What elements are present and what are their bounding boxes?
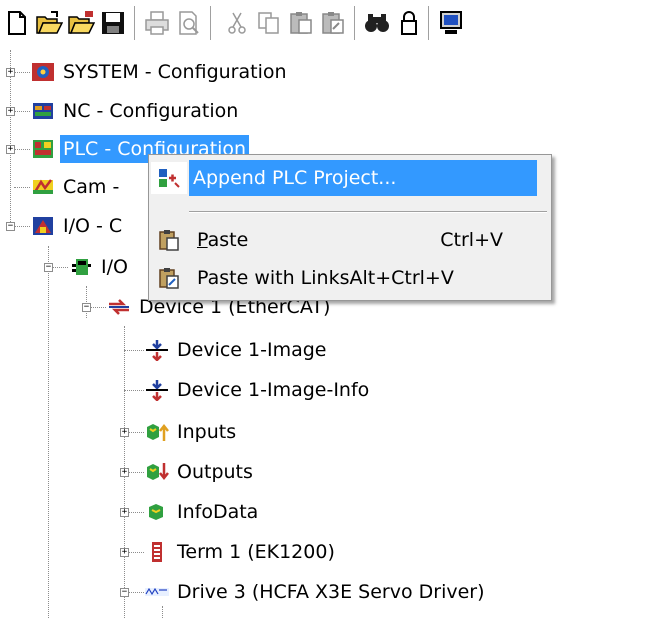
plc-config-icon [30,137,56,161]
save-icon[interactable] [98,8,128,38]
image-info-icon [144,378,170,402]
system-config-icon [30,60,56,84]
tree-node-label: Inputs [177,421,237,443]
open-folder-alt-icon[interactable] [66,8,96,38]
cam-config-icon [30,175,56,199]
tree-node-label: I/O [101,256,128,278]
tree-node-label: Device 1-Image-Info [177,379,370,401]
toolbar-separator [210,6,214,40]
print-preview-icon[interactable] [174,8,204,38]
tree-node-nc[interactable]: NC - Configuration [30,96,241,126]
tree-node-label: InfoData [177,501,259,523]
toolbar-separator [354,6,358,40]
paste-icon [151,224,187,256]
tree-node-outputs[interactable]: Outputs [144,457,256,487]
tree-node-label: SYSTEM - Configuration [63,61,287,83]
tree-node-inputs[interactable]: Inputs [144,417,239,447]
tree-node-device1-image-info[interactable]: Device 1-Image-Info [144,375,372,405]
tree-node-label: I/O - C [63,215,123,237]
print-icon[interactable] [142,8,172,38]
cut-icon[interactable] [222,8,252,38]
ethercat-device-icon [106,295,132,319]
lock-icon[interactable] [394,8,424,38]
io-config-icon [30,214,56,238]
tree-node-term1[interactable]: Term 1 (EK1200) [144,537,338,567]
solution-tree: + SYSTEM - Configuration + NC - Configur… [0,50,650,618]
inputs-icon [144,420,170,444]
collapse-toggle[interactable]: − [82,303,91,312]
io-devices-icon [68,255,94,279]
toolbar-separator [134,6,138,40]
tree-node-system[interactable]: SYSTEM - Configuration [30,57,290,87]
tree-node-label: Drive 3 (HCFA X3E Servo Driver) [177,581,485,603]
terminal-icon [144,540,170,564]
open-folder-icon[interactable] [34,8,64,38]
collapse-toggle[interactable]: − [120,588,129,597]
expand-toggle[interactable]: + [6,68,15,77]
infodata-icon [144,500,170,524]
menu-item-append-plc-project[interactable]: Append PLC Project... [151,159,549,197]
menu-item-paste-with-links[interactable]: Paste with Links Alt+Ctrl+V [151,259,549,297]
expand-toggle[interactable]: + [120,508,129,517]
paste-icon[interactable] [286,8,316,38]
menu-item-label: Paste [197,229,249,251]
tree-node-label: Device 1-Image [177,339,327,361]
tree-node-io-devices[interactable]: I/O [68,252,131,282]
expand-toggle[interactable]: + [120,428,129,437]
menu-item-shortcut: Alt+Ctrl+V [349,267,454,289]
expand-toggle[interactable]: + [120,548,129,557]
tree-node-label: NC - Configuration [63,100,239,122]
expand-toggle[interactable]: + [6,145,15,154]
expand-toggle[interactable]: + [120,468,129,477]
tree-node-device1-image[interactable]: Device 1-Image [144,335,329,365]
context-menu: Append PLC Project... Paste Ctrl+V Paste… [148,154,552,301]
paste-links-icon [151,262,187,294]
copy-icon[interactable] [254,8,284,38]
tree-node-cam[interactable]: Cam - [30,172,122,202]
menu-item-label: Paste with Links [197,267,350,289]
collapse-toggle[interactable]: − [6,222,15,231]
drive-icon [144,580,170,604]
expand-toggle[interactable]: + [6,107,15,116]
menu-item-shortcut: Ctrl+V [440,229,503,251]
menu-separator [189,211,547,213]
tree-node-label: Term 1 (EK1200) [177,541,335,563]
menu-item-paste[interactable]: Paste Ctrl+V [151,221,549,259]
toolbar [0,0,650,46]
tree-node-label: Outputs [177,461,253,483]
image-icon [144,338,170,362]
menu-item-label: Append PLC Project... [193,167,397,189]
find-icon[interactable] [362,8,392,38]
tree-node-infodata[interactable]: InfoData [144,497,261,527]
tree-node-label: Cam - [63,176,120,198]
new-document-icon[interactable] [2,8,32,38]
collapse-toggle[interactable]: − [44,263,53,272]
toolbar-separator [428,6,432,40]
tree-node-drive3[interactable]: Drive 3 (HCFA X3E Servo Driver) [144,577,488,607]
outputs-icon [144,460,170,484]
monitor-icon[interactable] [436,8,466,38]
tree-node-io[interactable]: I/O - C [30,211,125,241]
paste-links-icon[interactable] [318,8,348,38]
append-plc-icon [151,162,187,194]
nc-config-icon [30,99,56,123]
